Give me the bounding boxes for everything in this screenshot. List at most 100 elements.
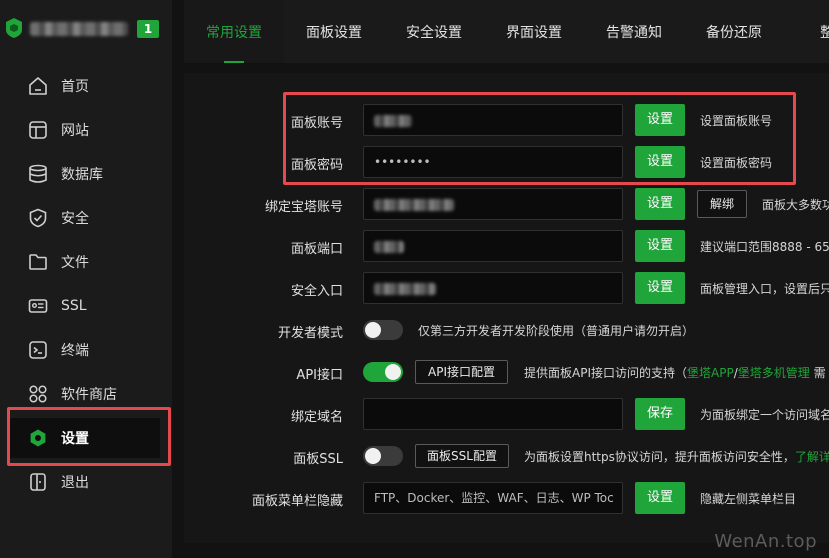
sidebar-item-label: 软件商店 bbox=[61, 387, 117, 403]
sidebar-item-ssl[interactable]: SSL bbox=[10, 286, 160, 326]
sidebar-item-app-store[interactable]: 软件商店 bbox=[10, 374, 160, 414]
panel-ssl-hint: 为面板设置https协议访问，提升面板访问安全性，了解详 bbox=[524, 448, 829, 465]
tab-panel-settings[interactable]: 面板设置 bbox=[284, 0, 384, 63]
panel-password-hint: 设置面板密码 bbox=[700, 156, 773, 170]
bind-domain-row: 绑定域名 保存 为面板绑定一个访问域名 bbox=[184, 394, 829, 434]
sidebar: 1 首页 网站 数据库 安全 文件 SSL 终端 软件商店 设置 退出 bbox=[0, 0, 172, 558]
sidebar-item-home[interactable]: 首页 bbox=[10, 66, 160, 106]
set-panel-port-button[interactable]: 设置 bbox=[635, 230, 685, 262]
sidebar-item-label: 文件 bbox=[61, 255, 89, 271]
ssl-card-icon bbox=[27, 295, 49, 317]
shield-icon bbox=[27, 207, 49, 229]
tab-security-settings[interactable]: 安全设置 bbox=[384, 0, 484, 63]
security-entry-hint: 面板管理入口，设置后只 bbox=[700, 282, 829, 296]
set-security-entry-button[interactable]: 设置 bbox=[635, 272, 685, 304]
save-domain-button[interactable]: 保存 bbox=[635, 398, 685, 430]
sidebar-item-label: 安全 bbox=[61, 211, 89, 227]
menu-hide-label: 面板菜单栏隐藏 bbox=[251, 494, 343, 509]
api-hint-prefix: 提供面板API接口访问的支持（ bbox=[524, 366, 687, 380]
toggle-knob bbox=[365, 448, 381, 464]
dev-mode-toggle[interactable] bbox=[363, 320, 403, 340]
panel-ssl-config-button[interactable]: 面板SSL配置 bbox=[415, 444, 509, 468]
redacted-value bbox=[374, 114, 412, 127]
app-store-icon bbox=[27, 383, 49, 405]
bind-account-input[interactable] bbox=[363, 188, 623, 220]
unbind-account-button[interactable]: 解绑 bbox=[697, 190, 747, 218]
settings-panel: 面板账号 设置 设置面板账号 面板密码 •••••••• 设置 设置面板密码 绑… bbox=[184, 73, 829, 543]
bt-logo-icon bbox=[6, 18, 22, 38]
redacted-value bbox=[374, 198, 454, 211]
sidebar-item-label: 退出 bbox=[61, 475, 89, 491]
sidebar-item-terminal[interactable]: 终端 bbox=[10, 330, 160, 370]
tab-interface-settings[interactable]: 界面设置 bbox=[484, 0, 584, 63]
database-icon bbox=[27, 163, 49, 185]
menu-hide-hint: 隐藏左侧菜单栏目 bbox=[700, 492, 797, 506]
security-entry-label: 安全入口 bbox=[290, 284, 343, 299]
bind-account-hint: 面板大多数功 bbox=[762, 198, 829, 212]
set-panel-password-button[interactable]: 设置 bbox=[635, 146, 685, 178]
terminal-icon bbox=[27, 339, 49, 361]
panel-port-label: 面板端口 bbox=[290, 242, 343, 257]
panel-user-row: 面板账号 设置 设置面板账号 bbox=[184, 100, 829, 140]
security-entry-row: 安全入口 设置 面板管理入口，设置后只 bbox=[184, 268, 829, 308]
api-toggle[interactable] bbox=[363, 362, 403, 382]
dev-mode-label: 开发者模式 bbox=[277, 326, 343, 341]
panel-password-row: 面板密码 •••••••• 设置 设置面板密码 bbox=[184, 142, 829, 182]
set-menu-hide-button[interactable]: 设置 bbox=[635, 482, 685, 514]
sidebar-item-settings[interactable]: 设置 bbox=[10, 418, 160, 458]
sidebar-item-security[interactable]: 安全 bbox=[10, 198, 160, 238]
bind-domain-label: 绑定域名 bbox=[290, 410, 343, 425]
api-config-button[interactable]: API接口配置 bbox=[415, 360, 508, 384]
tab-common-settings[interactable]: 常用设置 bbox=[184, 0, 284, 63]
sidebar-item-label: 首页 bbox=[61, 79, 89, 95]
settings-tabs: 常用设置 面板设置 安全设置 界面设置 告警通知 备份还原 整机 bbox=[184, 0, 829, 63]
bt-app-link[interactable]: 堡塔APP bbox=[687, 366, 734, 380]
redacted-value bbox=[374, 240, 404, 253]
redacted-value bbox=[374, 282, 436, 295]
app-window: 1 首页 网站 数据库 安全 文件 SSL 终端 软件商店 设置 退出 常用设置… bbox=[0, 0, 829, 558]
sidebar-item-label: 设置 bbox=[61, 431, 89, 447]
brand-name-redacted bbox=[30, 22, 128, 36]
set-bind-account-button[interactable]: 设置 bbox=[635, 188, 685, 220]
security-entry-input[interactable] bbox=[363, 272, 623, 304]
panel-password-label: 面板密码 bbox=[290, 158, 343, 173]
home-icon bbox=[27, 75, 49, 97]
tab-alert-notifications[interactable]: 告警通知 bbox=[584, 0, 684, 63]
api-hint-suffix: 需 bbox=[809, 366, 826, 380]
bind-account-row: 绑定宝塔账号 设置 解绑 面板大多数功 bbox=[184, 184, 829, 224]
notification-badge[interactable]: 1 bbox=[137, 20, 159, 38]
sidebar-item-database[interactable]: 数据库 bbox=[10, 154, 160, 194]
bind-domain-hint: 为面板绑定一个访问域名 bbox=[700, 408, 829, 422]
bind-account-label: 绑定宝塔账号 bbox=[264, 200, 343, 215]
panel-ssl-hint-prefix: 为面板设置https协议访问，提升面板访问安全性， bbox=[524, 450, 795, 464]
menu-hide-select[interactable]: FTP、Docker、监控、WAF、日志、WP Toc bbox=[363, 482, 623, 514]
tab-backup-restore[interactable]: 备份还原 bbox=[684, 0, 784, 63]
panel-port-hint: 建议端口范围8888 - 655 bbox=[700, 240, 829, 254]
sidebar-item-logout[interactable]: 退出 bbox=[10, 462, 160, 502]
panel-ssl-label: 面板SSL bbox=[293, 452, 343, 467]
tab-machine[interactable]: 整机 bbox=[784, 0, 829, 63]
folder-icon bbox=[27, 251, 49, 273]
dev-mode-hint: 仅第三方开发者开发阶段使用（普通用户请勿开启） bbox=[418, 324, 695, 338]
set-panel-user-button[interactable]: 设置 bbox=[635, 104, 685, 136]
api-label: API接口 bbox=[296, 368, 343, 383]
dev-mode-row: 开发者模式 仅第三方开发者开发阶段使用（普通用户请勿开启） bbox=[184, 310, 829, 350]
toggle-knob bbox=[385, 364, 401, 380]
panel-port-input[interactable] bbox=[363, 230, 623, 262]
settings-icon bbox=[27, 427, 49, 449]
sidebar-item-files[interactable]: 文件 bbox=[10, 242, 160, 282]
bt-multi-machine-link[interactable]: 堡塔多机管理 bbox=[738, 366, 810, 380]
panel-password-input[interactable]: •••••••• bbox=[363, 146, 623, 178]
website-icon bbox=[27, 119, 49, 141]
bind-domain-input[interactable] bbox=[363, 398, 623, 430]
api-row: API接口 API接口配置 提供面板API接口访问的支持（堡塔APP/堡塔多机管… bbox=[184, 352, 829, 392]
sidebar-item-label: SSL bbox=[61, 298, 87, 314]
sidebar-item-website[interactable]: 网站 bbox=[10, 110, 160, 150]
learn-more-link[interactable]: 了解详 bbox=[795, 450, 829, 464]
watermark: WenAn.top bbox=[714, 531, 817, 552]
panel-ssl-toggle[interactable] bbox=[363, 446, 403, 466]
panel-user-input[interactable] bbox=[363, 104, 623, 136]
panel-user-label: 面板账号 bbox=[290, 116, 343, 131]
sidebar-item-label: 终端 bbox=[61, 343, 89, 359]
panel-port-row: 面板端口 设置 建议端口范围8888 - 655 bbox=[184, 226, 829, 266]
